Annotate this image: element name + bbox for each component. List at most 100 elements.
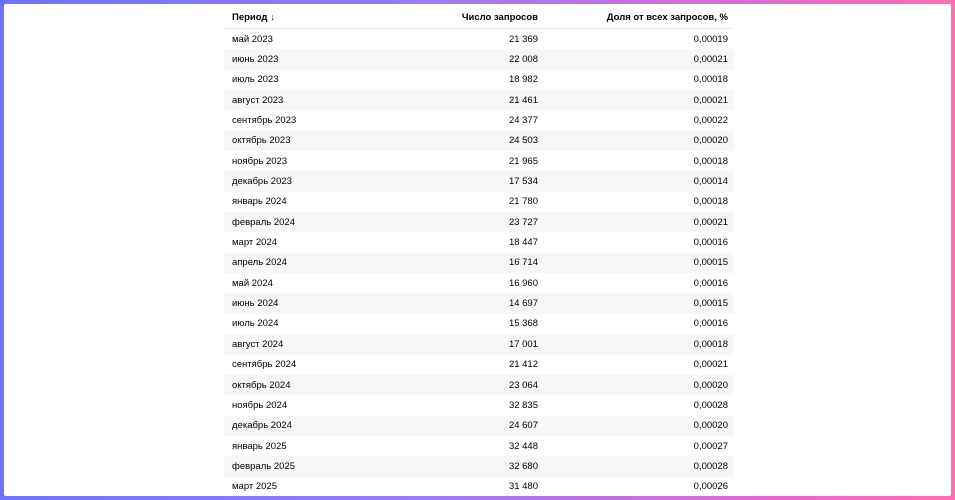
cell-count: 18 982 — [508, 74, 538, 86]
cell-count: 18 447 — [508, 237, 538, 249]
cell-count: 21 412 — [508, 359, 538, 371]
cell-count: 16 714 — [374, 252, 544, 274]
table-row: декабрь 2023 17 534 0,00014 — [224, 171, 734, 192]
cell-count: 31 480 — [508, 481, 538, 493]
cell-count: 24 503 — [374, 130, 544, 152]
cell-period: июль 2024 — [232, 318, 279, 330]
cell-share: 0,00016 — [693, 237, 728, 249]
column-header-period-label: Период — [232, 12, 268, 23]
cell-count: 23 727 — [374, 212, 544, 233]
table-row: март 2024 18 447 0,00016 — [224, 232, 734, 252]
cell-share: 0,00020 — [544, 415, 734, 436]
table-row: июль 2023 18 982 0,00018 — [224, 70, 734, 90]
cell-share: 0,00018 — [544, 334, 734, 355]
table-row: сентябрь 2024 21 412 0,00021 — [224, 355, 734, 375]
cell-count: 21 780 — [508, 196, 538, 208]
cell-period: ноябрь 2023 — [232, 155, 288, 167]
cell-share: 0,00021 — [544, 90, 734, 111]
cell-count: 23 064 — [374, 374, 544, 396]
table-row: август 2024 17 001 0,00018 — [224, 334, 734, 355]
table-row: декабрь 2024 24 607 0,00020 — [224, 415, 734, 436]
cell-count: 15 368 — [508, 318, 538, 330]
cell-count: 32 835 — [508, 399, 538, 411]
cell-share: 0,00022 — [693, 115, 728, 127]
cell-count: 24 607 — [374, 415, 544, 436]
cell-share: 0,00018 — [693, 74, 728, 86]
report-frame: Период ↓ Число запросов Доля от всех запр… — [4, 4, 951, 496]
table-row: январь 2025 32 448 0,00027 — [224, 436, 734, 456]
cell-share: 0,00014 — [544, 171, 734, 192]
cell-share: 0,00021 — [544, 49, 734, 70]
cell-period: июнь 2023 — [224, 49, 374, 70]
cell-period: январь 2024 — [232, 196, 287, 208]
cell-period: апрель 2024 — [224, 252, 374, 274]
table-header: Период ↓ Число запросов Доля от всех запр… — [224, 7, 734, 29]
column-header-count[interactable]: Число запросов — [374, 7, 544, 29]
cell-period: май 2023 — [232, 33, 273, 45]
table-row: апрель 2024 16 714 0,00015 — [224, 252, 734, 274]
header-row: Период ↓ Число запросов Доля от всех запр… — [224, 7, 734, 29]
cell-share: 0,00028 — [693, 399, 728, 411]
cell-period: май 2024 — [232, 277, 273, 289]
cell-period: август 2023 — [224, 90, 374, 111]
cell-count: 17 534 — [374, 171, 544, 192]
cell-period: февраль 2025 — [224, 456, 374, 477]
cell-share: 0,00015 — [544, 293, 734, 314]
cell-count: 14 697 — [374, 293, 544, 314]
table-row: февраль 2024 23 727 0,00021 — [224, 212, 734, 233]
arrow-down-icon: ↓ — [270, 12, 275, 22]
table-row: февраль 2025 32 680 0,00028 — [224, 456, 734, 477]
cell-period: март 2024 — [232, 237, 278, 249]
cell-count: 16 960 — [508, 277, 538, 289]
cell-count: 17 001 — [374, 334, 544, 355]
table-row: август 2023 21 461 0,00021 — [224, 90, 734, 111]
cell-share: 0,00021 — [544, 212, 734, 233]
table-row: июль 2024 15 368 0,00016 — [224, 314, 734, 334]
cell-period: август 2024 — [224, 334, 374, 355]
cell-period: декабрь 2023 — [224, 171, 374, 192]
cell-period: март 2025 — [232, 481, 278, 493]
cell-period: октябрь 2023 — [224, 130, 374, 152]
cell-share: 0,00016 — [693, 277, 728, 289]
cell-share: 0,00019 — [693, 33, 728, 45]
table-row: май 2024 16 960 0,00016 — [224, 273, 734, 293]
table-body: май 2023 21 369 0,00019 июнь 2023 22 008 0,00… — [224, 29, 734, 497]
table-row: сентябрь 2023 24 377 0,00022 — [224, 110, 734, 130]
cell-share: 0,00018 — [693, 155, 728, 167]
cell-period: июнь 2024 — [224, 293, 374, 314]
table-row: ноябрь 2024 32 835 0,00028 — [224, 395, 734, 415]
cell-period: сентябрь 2023 — [232, 115, 297, 127]
cell-count: 22 008 — [374, 49, 544, 70]
cell-share: 0,00015 — [544, 252, 734, 274]
cell-share: 0,00018 — [693, 196, 728, 208]
column-header-share[interactable]: Доля от всех запросов, % — [544, 7, 734, 29]
table-row: январь 2024 21 780 0,00018 — [224, 192, 734, 212]
cell-period: декабрь 2024 — [224, 415, 374, 436]
cell-period: февраль 2024 — [224, 212, 374, 233]
cell-share: 0,00020 — [544, 374, 734, 396]
table-row: май 2023 21 369 0,00019 — [224, 29, 734, 50]
cell-share: 0,00028 — [544, 456, 734, 477]
column-header-period[interactable]: Период ↓ — [224, 7, 374, 29]
table-row: июнь 2023 22 008 0,00021 — [224, 49, 734, 70]
cell-period: сентябрь 2024 — [232, 359, 297, 371]
cell-count: 32 448 — [508, 440, 538, 452]
cell-period: январь 2025 — [232, 440, 287, 452]
cell-share: 0,00020 — [544, 130, 734, 152]
cell-count: 32 680 — [374, 456, 544, 477]
cell-count: 21 965 — [508, 155, 538, 167]
cell-period: июль 2023 — [232, 74, 279, 86]
cell-share: 0,00026 — [693, 481, 728, 493]
cell-share: 0,00027 — [693, 440, 728, 452]
cell-count: 21 369 — [508, 33, 538, 45]
cell-share: 0,00016 — [693, 318, 728, 330]
cell-count: 24 377 — [508, 115, 538, 127]
cell-count: 21 461 — [374, 90, 544, 111]
table-row: ноябрь 2023 21 965 0,00018 — [224, 151, 734, 171]
cell-period: ноябрь 2024 — [232, 399, 288, 411]
query-stats-table: Период ↓ Число запросов Доля от всех запр… — [224, 7, 734, 496]
table-row: октябрь 2024 23 064 0,00020 — [224, 374, 734, 396]
table-row: март 2025 31 480 0,00026 — [224, 477, 734, 496]
table-row: июнь 2024 14 697 0,00015 — [224, 293, 734, 314]
table-row: октябрь 2023 24 503 0,00020 — [224, 130, 734, 152]
